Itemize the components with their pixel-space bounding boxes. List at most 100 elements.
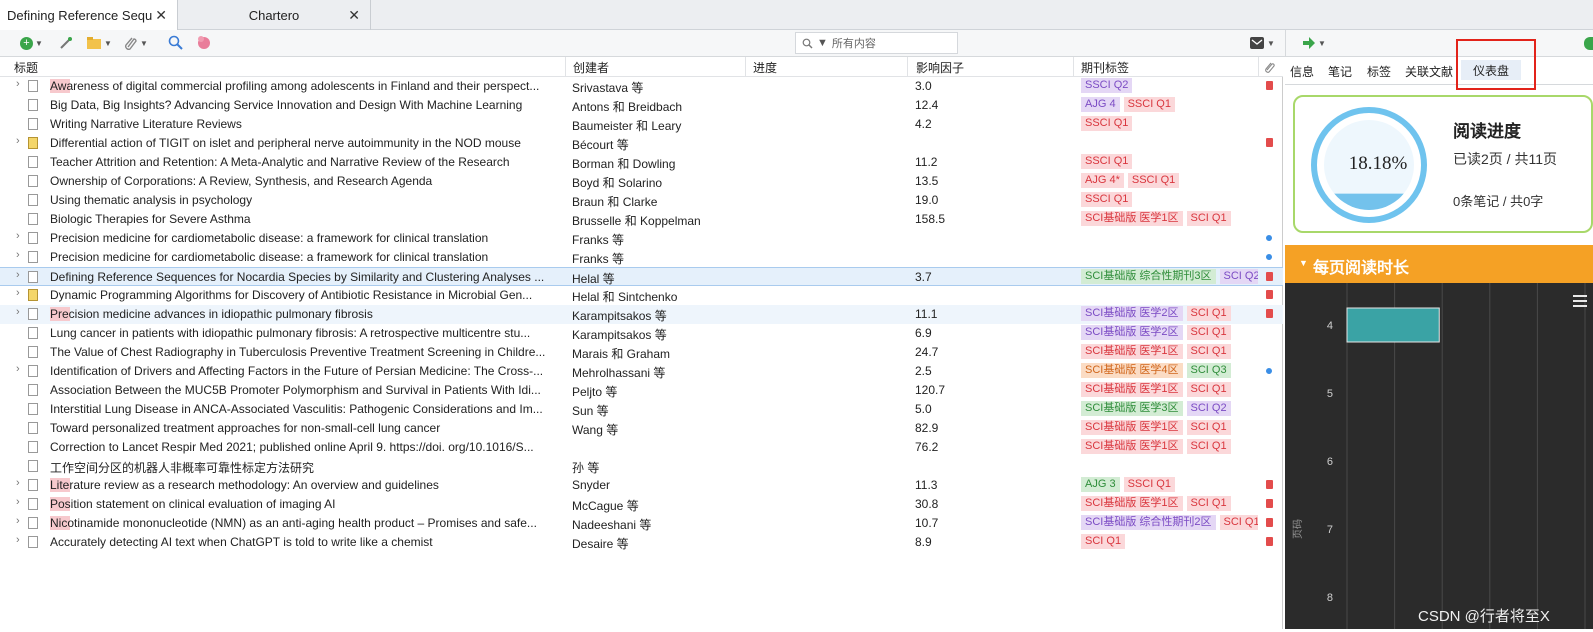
row-title: Defining Reference Sequences for Nocardi…	[50, 270, 545, 284]
add-by-identifier-button[interactable]	[58, 35, 74, 51]
row-creator: Brusselle 和 Koppelman	[572, 214, 701, 228]
table-row[interactable]: › Accurately detecting AI text when ChatG…	[0, 533, 1283, 552]
table-row[interactable]: Biologic Therapies for Severe Asthma Brus…	[0, 210, 1283, 229]
pdf-icon[interactable]	[1266, 290, 1273, 299]
chevron-right-icon[interactable]: ›	[16, 287, 20, 299]
chevron-right-icon[interactable]: ›	[16, 363, 20, 375]
table-row[interactable]: › Differential action of TIGIT on islet a…	[0, 134, 1283, 153]
column-header-title[interactable]: 标题	[14, 59, 38, 76]
table-row[interactable]: The Value of Chest Radiography in Tuberc…	[0, 343, 1283, 362]
link-icon[interactable]	[1266, 254, 1272, 260]
tab-tags[interactable]: 标签	[1367, 63, 1391, 80]
chevron-right-icon[interactable]: ›	[16, 78, 20, 90]
column-divider[interactable]	[1258, 57, 1259, 77]
column-header-progress[interactable]: 进度	[753, 59, 777, 76]
document-icon	[28, 156, 38, 168]
row-journal-tags: SCI基础版 医学1区 SCI Q1	[1081, 382, 1258, 398]
column-divider[interactable]	[745, 57, 746, 77]
chevron-right-icon[interactable]: ›	[16, 515, 20, 527]
table-row[interactable]: Interstitial Lung Disease in ANCA-Associ…	[0, 400, 1283, 419]
paperclip-icon[interactable]	[1264, 61, 1276, 73]
column-divider[interactable]	[907, 57, 908, 77]
table-row[interactable]: 工作空间分区的机器人非概率可靠性标定方法研究 孙 等	[0, 457, 1283, 476]
chevron-down-icon[interactable]: ▼	[817, 37, 828, 49]
table-row[interactable]: Using thematic analysis in psychology Bra…	[0, 191, 1283, 210]
chevron-right-icon[interactable]: ›	[16, 534, 20, 546]
table-row[interactable]: Big Data, Big Insights? Advancing Servic…	[0, 96, 1283, 115]
column-header-impact-factor[interactable]: 影响因子	[916, 59, 964, 76]
table-row[interactable]: › Position statement on clinical evaluati…	[0, 495, 1283, 514]
close-icon[interactable]: ✕	[348, 7, 360, 24]
pdf-icon[interactable]	[1266, 480, 1273, 489]
pdf-icon[interactable]	[1266, 309, 1273, 318]
table-row[interactable]: › Precision medicine for cardiometabolic …	[0, 248, 1283, 267]
advanced-search-button[interactable]	[168, 35, 184, 51]
tab-chartero[interactable]: Chartero ✕	[178, 0, 371, 30]
document-icon	[28, 460, 38, 472]
chevron-right-icon[interactable]: ›	[16, 477, 20, 489]
pdf-icon[interactable]	[1266, 138, 1273, 147]
journal-tag: SSCI Q1	[1081, 154, 1133, 169]
column-divider[interactable]	[1073, 57, 1074, 77]
table-row[interactable]: › Defining Reference Sequences for Nocard…	[0, 267, 1283, 286]
row-journal-tags: SCI基础版 医学4区 SCI Q3	[1081, 363, 1258, 379]
link-icon[interactable]	[1266, 368, 1272, 374]
column-divider[interactable]	[565, 57, 566, 77]
tab-related[interactable]: 关联文献	[1405, 63, 1453, 80]
pdf-icon[interactable]	[1266, 518, 1273, 527]
pdf-icon[interactable]	[1266, 81, 1273, 90]
table-row[interactable]: Association Between the MUC5B Promoter P…	[0, 381, 1283, 400]
locate-button[interactable]: ▼	[1302, 35, 1326, 51]
chevron-right-icon[interactable]: ›	[16, 135, 20, 147]
chevron-right-icon[interactable]: ›	[16, 230, 20, 242]
row-creator: Franks 等	[572, 233, 625, 247]
column-header-creator[interactable]: 创建者	[573, 59, 609, 76]
journal-tag: AJG 4	[1081, 97, 1120, 112]
new-item-button[interactable]: + ▼	[20, 35, 43, 51]
close-icon[interactable]: ✕	[155, 7, 167, 24]
table-row[interactable]: › Dynamic Programming Algorithms for Disc…	[0, 286, 1283, 305]
tab-info[interactable]: 信息	[1290, 63, 1314, 80]
chartero-button[interactable]	[196, 35, 212, 51]
y-tick-label: 6	[1327, 456, 1333, 468]
row-creator: Antons 和 Breidbach	[572, 100, 683, 114]
sync-button[interactable]: ▼	[1249, 35, 1275, 51]
chevron-right-icon[interactable]: ›	[16, 249, 20, 261]
row-journal-tags	[1081, 287, 1258, 303]
table-row[interactable]: › Precision medicine for cardiometabolic …	[0, 229, 1283, 248]
chevron-right-icon[interactable]: ›	[16, 306, 20, 318]
progress-percent: 18.18%	[1348, 153, 1408, 174]
journal-tag: SSCI Q1	[1081, 192, 1133, 207]
new-collection-button[interactable]: ▼	[86, 35, 112, 51]
table-row[interactable]: Toward personalized treatment approaches…	[0, 419, 1283, 438]
tab-notes[interactable]: 笔记	[1328, 63, 1352, 80]
row-impact-factor: 82.9	[915, 421, 939, 435]
row-journal-tags: SCI基础版 医学2区 SCI Q1	[1081, 325, 1258, 341]
reading-time-header[interactable]: ▼ 每页阅读时长	[1285, 245, 1593, 283]
search-input[interactable]: ▼ 所有内容	[795, 32, 958, 54]
table-row[interactable]: › Identification of Drivers and Affecting…	[0, 362, 1283, 381]
items-table: 标题 创建者 进度 影响因子 期刊标签 › Awareness of digita…	[0, 57, 1283, 629]
table-row[interactable]: › Precision medicine advances in idiopath…	[0, 305, 1283, 324]
chevron-right-icon[interactable]: ›	[16, 269, 20, 281]
table-row[interactable]: Writing Narrative Literature Reviews Baum…	[0, 115, 1283, 134]
row-title: Correction to Lancet Respir Med 2021; pu…	[50, 440, 534, 454]
table-row[interactable]: › Awareness of digital commercial profili…	[0, 77, 1283, 96]
table-row[interactable]: Ownership of Corporations: A Review, Syn…	[0, 172, 1283, 191]
table-row[interactable]: Teacher Attrition and Retention: A Meta-…	[0, 153, 1283, 172]
table-row[interactable]: Correction to Lancet Respir Med 2021; pu…	[0, 438, 1283, 457]
table-row[interactable]: › Nicotinamide mononucleotide (NMN) as an…	[0, 514, 1283, 533]
chevron-right-icon[interactable]: ›	[16, 496, 20, 508]
table-row[interactable]: Lung cancer in patients with idiopathic …	[0, 324, 1283, 343]
menu-icon[interactable]	[1573, 295, 1587, 307]
tab-document[interactable]: Defining Reference Sequ... ✕	[0, 0, 178, 30]
row-impact-factor: 120.7	[915, 383, 946, 397]
pdf-icon[interactable]	[1266, 537, 1273, 546]
search-icon	[802, 38, 813, 48]
pdf-icon[interactable]	[1266, 499, 1273, 508]
column-header-journal-tags[interactable]: 期刊标签	[1081, 59, 1129, 76]
attachment-button[interactable]: ▼	[124, 35, 148, 51]
link-icon[interactable]	[1266, 235, 1272, 241]
table-row[interactable]: › Literature review as a research methodo…	[0, 476, 1283, 495]
pdf-icon[interactable]	[1266, 272, 1273, 281]
